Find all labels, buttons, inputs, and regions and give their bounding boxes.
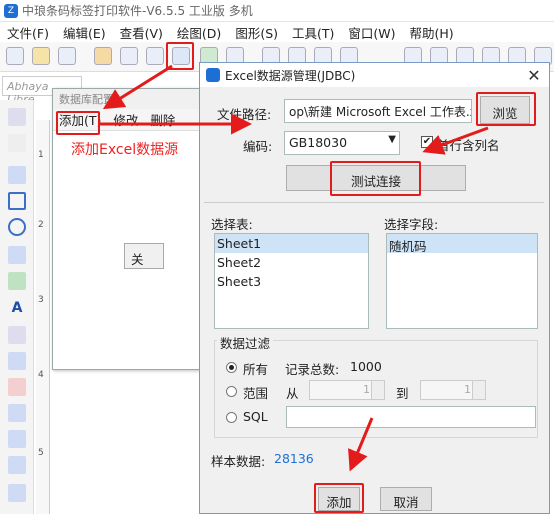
filter-group-title: 数据过滤 — [217, 333, 274, 352]
arrow-database-to-ds — [102, 64, 173, 110]
annotation-arrows — [98, 64, 489, 472]
arrow-browse-to-test — [422, 126, 489, 155]
arrow-to-add — [348, 417, 374, 472]
